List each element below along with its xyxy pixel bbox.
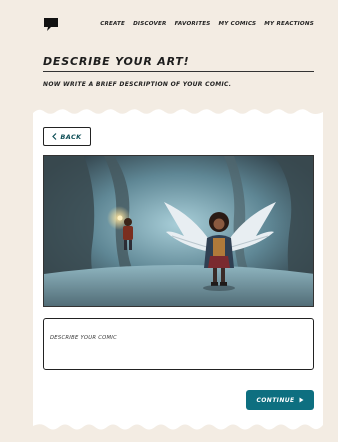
chevron-left-icon [52, 133, 57, 140]
continue-button-label: CONTINUE [256, 396, 295, 404]
describe-card: BACK DESCRIBE YOUR COMIC CONTINUE [33, 107, 323, 432]
nav-link-my-reactions[interactable]: MY REACTIONS [264, 21, 314, 27]
comic-artwork [44, 156, 313, 306]
page-title: DESCRIBE YOUR ART! [43, 55, 314, 72]
top-nav: CREATE DISCOVER FAVORITES MY COMICS MY R… [0, 0, 338, 40]
nav-link-favorites[interactable]: FAVORITES [175, 21, 211, 27]
generated-comic-image [43, 155, 314, 307]
nav-links: CREATE DISCOVER FAVORITES MY COMICS MY R… [100, 21, 314, 27]
page-subtitle: NOW WRITE A BRIEF DESCRIPTION OF YOUR CO… [43, 81, 232, 88]
continue-button[interactable]: CONTINUE [246, 390, 314, 410]
nav-link-create[interactable]: CREATE [100, 21, 125, 27]
back-button[interactable]: BACK [43, 127, 91, 146]
nav-link-discover[interactable]: DISCOVER [133, 21, 166, 27]
back-button-label: BACK [60, 132, 82, 141]
description-placeholder: DESCRIBE YOUR COMIC [50, 335, 118, 341]
nav-link-my-comics[interactable]: MY COMICS [218, 21, 256, 27]
speech-bubble-icon[interactable] [43, 16, 59, 32]
play-triangle-icon [299, 397, 304, 403]
description-textarea[interactable]: DESCRIBE YOUR COMIC [43, 318, 314, 370]
